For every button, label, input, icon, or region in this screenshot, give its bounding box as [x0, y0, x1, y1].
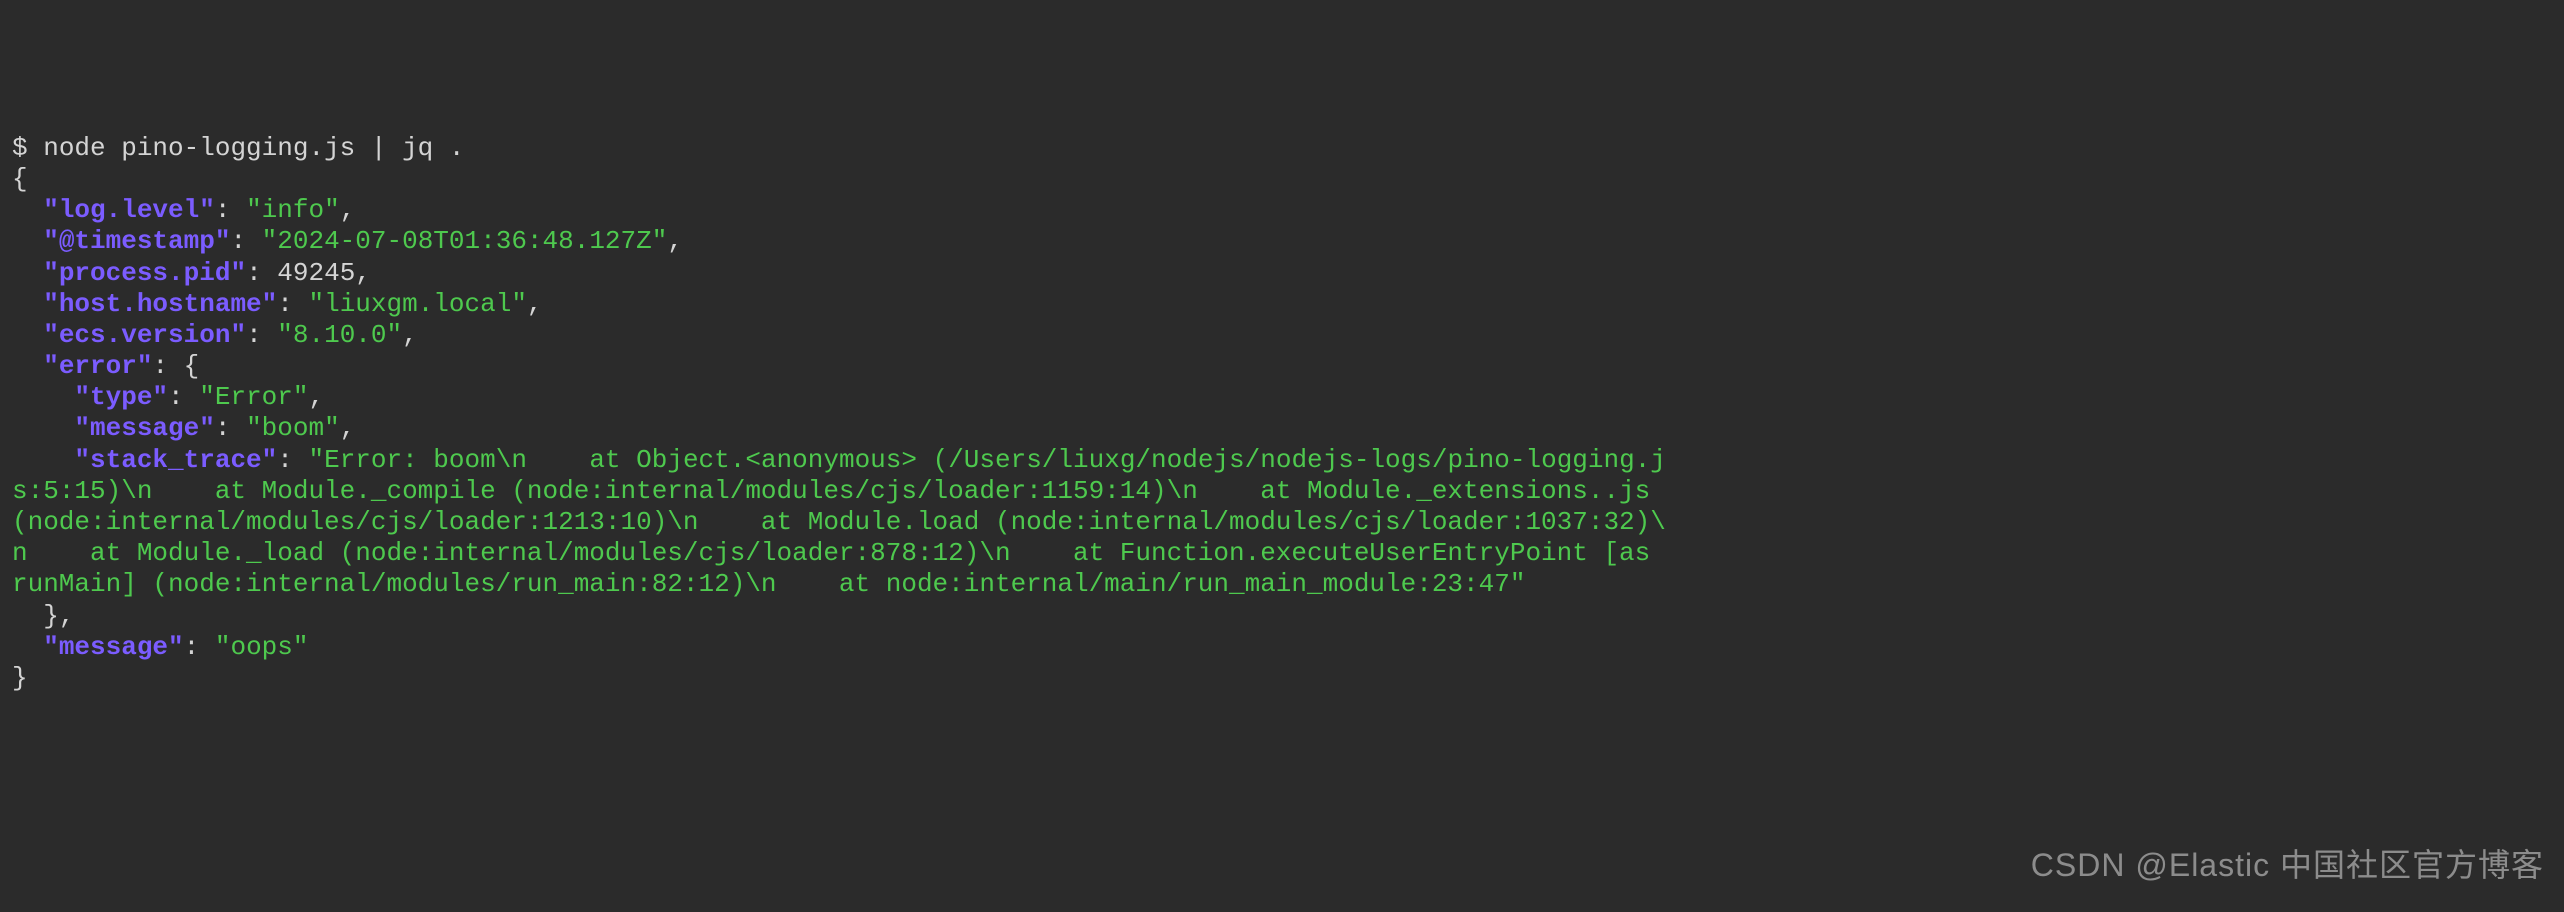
shell-prompt: $: [12, 133, 43, 163]
json-value-process-pid: 49245: [277, 258, 355, 288]
shell-command: node pino-logging.js | jq .: [43, 133, 464, 163]
json-key-log-level: "log.level": [43, 195, 215, 225]
json-key-error-message: "message": [74, 413, 214, 443]
json-value-log-level: "info": [246, 195, 340, 225]
json-key-error-stack-trace: "stack_trace": [74, 445, 277, 475]
json-value-timestamp: "2024-07-08T01:36:48.127Z": [262, 226, 668, 256]
json-key-message: "message": [43, 632, 183, 662]
watermark-text: CSDN @Elastic 中国社区官方博客: [2031, 846, 2544, 884]
json-key-error: "error": [43, 351, 152, 381]
json-key-host-hostname: "host.hostname": [43, 289, 277, 319]
json-key-timestamp: "@timestamp": [43, 226, 230, 256]
json-value-error-message: "boom": [246, 413, 340, 443]
terminal-output: $ node pino-logging.js | jq . { "log.lev…: [12, 133, 2552, 694]
json-key-ecs-version: "ecs.version": [43, 320, 246, 350]
json-value-message: "oops": [215, 632, 309, 662]
json-value-ecs-version: "8.10.0": [277, 320, 402, 350]
json-value-error-type: "Error": [199, 382, 308, 412]
json-key-process-pid: "process.pid": [43, 258, 246, 288]
json-value-host-hostname: "liuxgm.local": [308, 289, 526, 319]
json-key-error-type: "type": [74, 382, 168, 412]
json-close-brace: }: [12, 663, 28, 693]
json-open-brace: {: [12, 164, 28, 194]
